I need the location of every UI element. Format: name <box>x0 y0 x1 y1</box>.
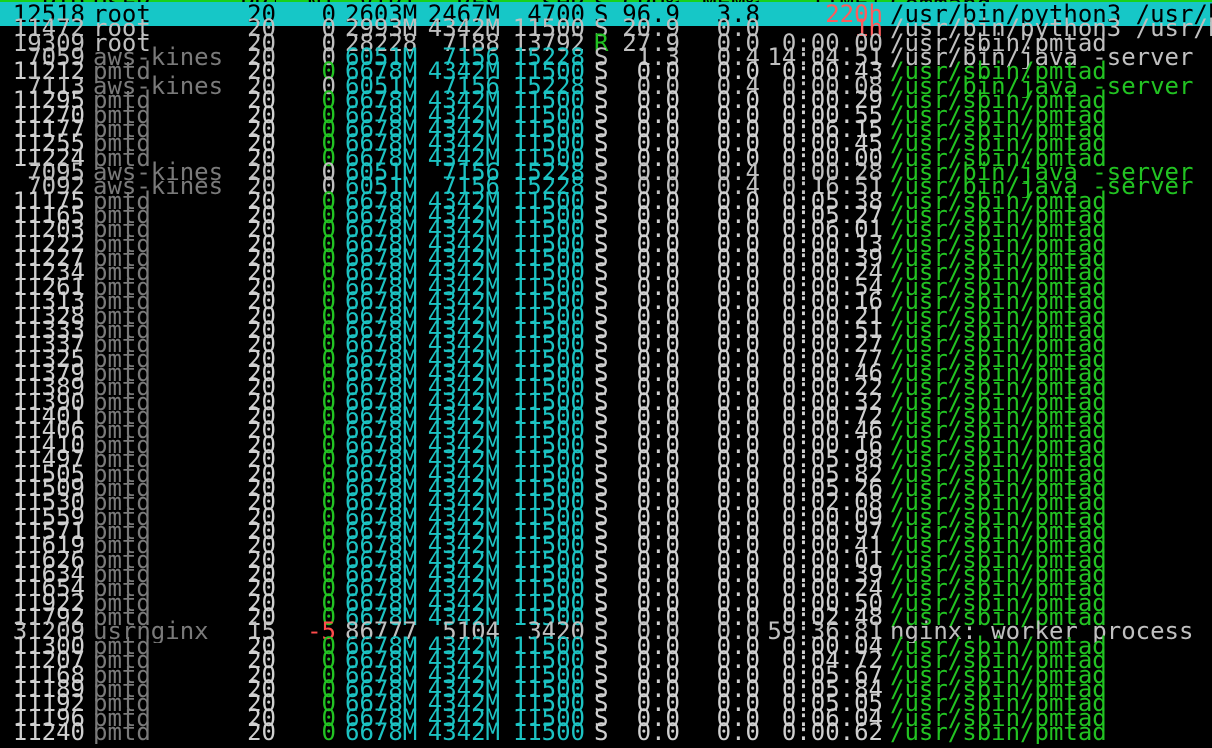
cell-time: 0:00.62 <box>781 720 883 744</box>
cell-pid: 11240 <box>12 720 85 744</box>
cell-res: 4342M <box>427 720 500 744</box>
cell-virt: 6678M <box>345 720 417 744</box>
cell-user: pmtd <box>93 720 151 744</box>
cell-pri: 20 <box>247 720 276 744</box>
cell-shr: 11500 <box>512 720 585 744</box>
cell-ni: 0 <box>321 720 336 744</box>
cell-s: S <box>594 720 609 744</box>
cell-cpu: 0.0 <box>636 720 680 744</box>
htop-terminal: PIDUSERPRINIVIRTRESSHRSCPU%MEM%TIME+Comm… <box>0 0 1212 748</box>
cell-cmd: /usr/sbin/pmtad <box>890 720 1107 744</box>
cell-mem: 0.0 <box>716 720 760 744</box>
process-row[interactable]: 11240 pmtd 20 0 6678M 4342M 11500 S 0.0 0.0 0:00.6… <box>0 720 1212 744</box>
